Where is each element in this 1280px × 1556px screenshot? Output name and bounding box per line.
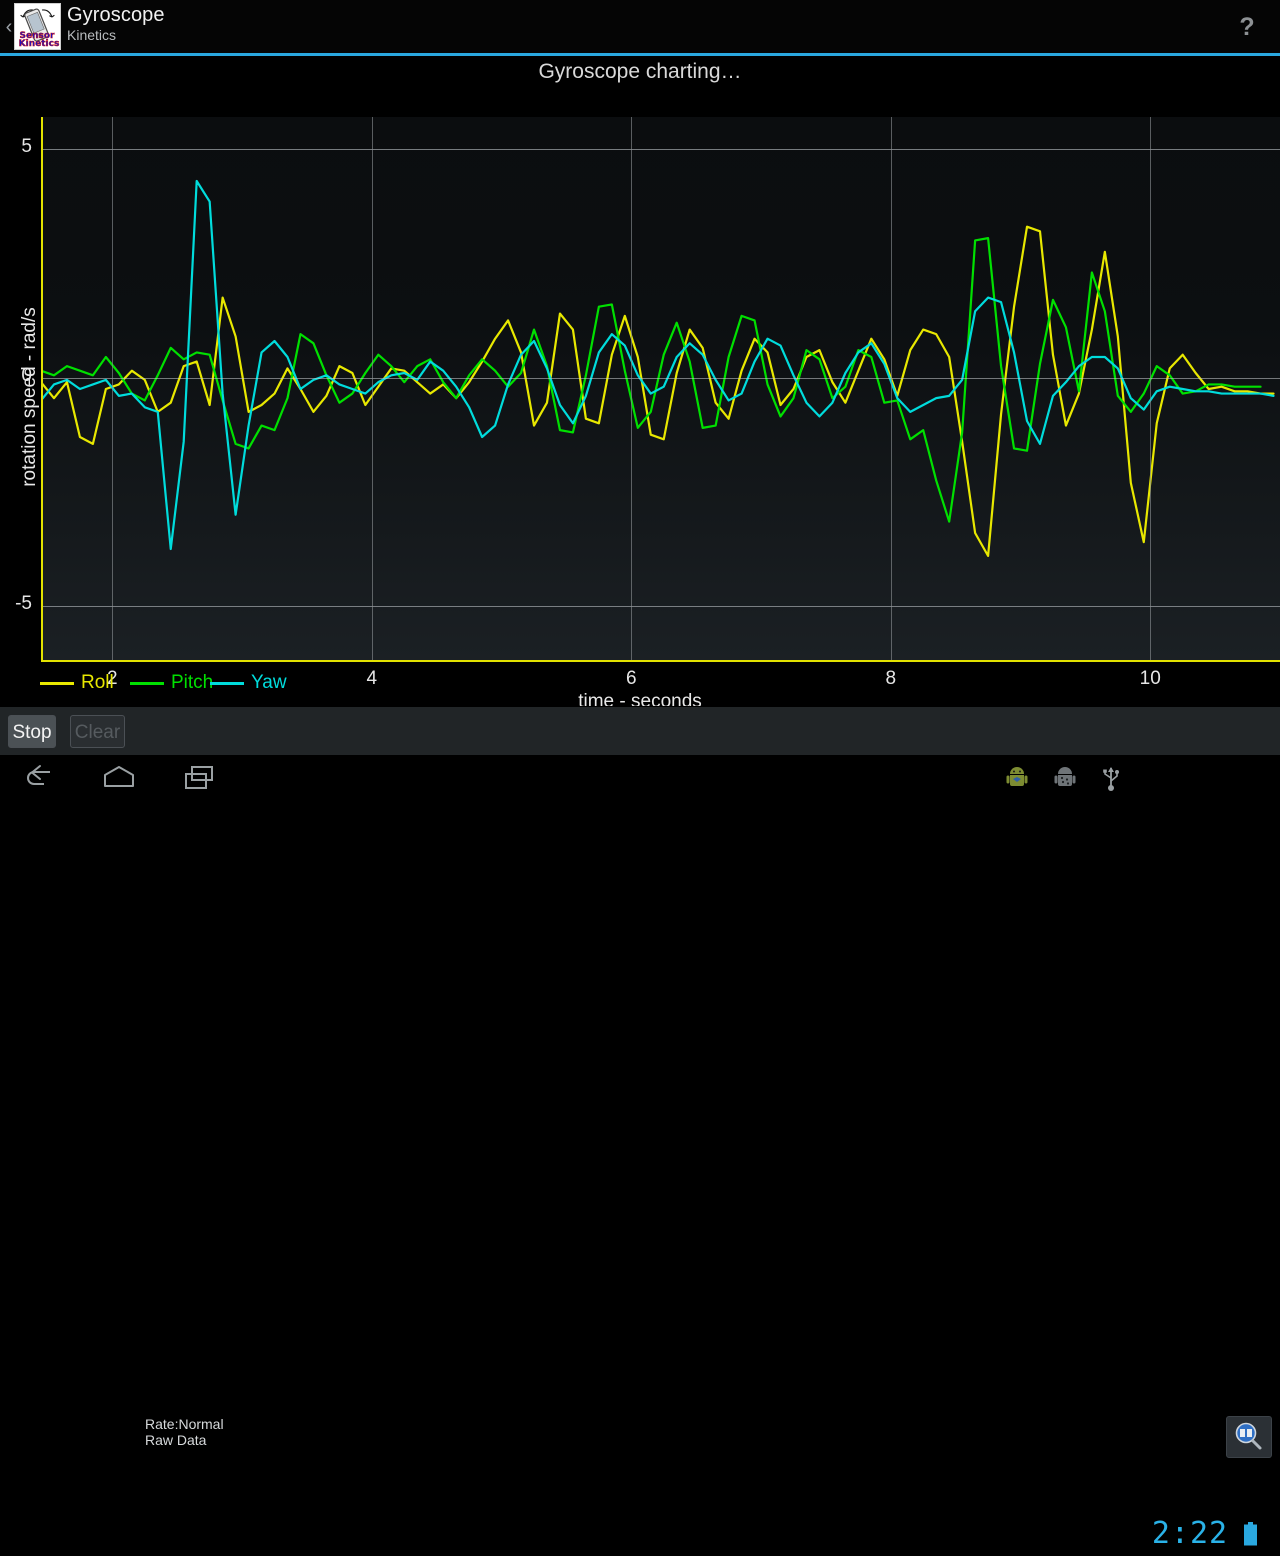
legend-item-roll[interactable]: Roll: [40, 672, 114, 694]
rate-status-text: Rate:Normal: [145, 1416, 224, 1432]
series-line-pitch: [41, 238, 1261, 521]
sensor-kinetics-logo-icon[interactable]: Sensor Kinetics: [14, 3, 61, 50]
help-icon[interactable]: ?: [1232, 12, 1262, 42]
legend-item-pitch[interactable]: Pitch: [130, 672, 213, 694]
status-clock: 2:22: [1148, 1512, 1232, 1556]
legend-label-roll: Roll: [81, 672, 114, 694]
legend-label-yaw: Yaw: [251, 672, 287, 694]
gridline-x-8: [891, 117, 892, 661]
gridline-x-2: [112, 117, 113, 661]
app-title: Gyroscope: [67, 4, 165, 27]
legend-item-yaw[interactable]: Yaw: [210, 672, 287, 694]
control-bar: Stop Clear Rate:Normal Raw Data: [0, 706, 1280, 755]
legend-swatch-roll: [40, 682, 74, 685]
chart-panel: Gyroscope charting… 50-5 246810 rotation…: [0, 56, 1280, 668]
battery-icon: [1243, 1522, 1258, 1546]
data-mode-text: Raw Data: [145, 1432, 206, 1448]
app-subtitle: Kinetics: [67, 27, 116, 43]
gridline-y-0: [41, 378, 1280, 379]
home-icon[interactable]: [96, 764, 142, 792]
gridline-x-4: [372, 117, 373, 661]
chart-title: Gyroscope charting…: [0, 60, 1280, 84]
usb-icon: [1100, 764, 1122, 797]
clear-button[interactable]: Clear: [70, 715, 125, 748]
android-robot-icon: [1004, 766, 1030, 797]
chart-legend: Roll Pitch Yaw: [0, 672, 1280, 700]
gridline-y-5: [41, 149, 1280, 150]
stop-button[interactable]: Stop: [8, 715, 56, 748]
magnifier-icon: [1227, 1417, 1269, 1455]
legend-label-pitch: Pitch: [171, 672, 213, 694]
y-axis-label: rotation speed - rad/s: [19, 137, 41, 657]
legend-swatch-yaw: [210, 682, 244, 685]
series-lines: [41, 117, 1280, 661]
x-axis-line: [41, 660, 1280, 662]
android-nav-bar: 2:22: [0, 756, 1280, 800]
svg-text:Kinetics: Kinetics: [19, 39, 60, 49]
plot-area[interactable]: [41, 117, 1280, 661]
action-bar: ‹ Sensor Kinetics Gyroscope Kinetics: [0, 0, 1280, 53]
series-line-yaw: [41, 181, 1274, 549]
legend-swatch-pitch: [130, 682, 164, 685]
gridline-x-10: [1150, 117, 1151, 661]
app-screen: ‹ Sensor Kinetics Gyroscope Kinetics: [0, 0, 1280, 800]
android-debug-icon: [1052, 766, 1078, 797]
zoom-button[interactable]: [1226, 1416, 1272, 1458]
gridline-y--5: [41, 606, 1280, 607]
gridline-x-6: [631, 117, 632, 661]
back-icon[interactable]: [16, 764, 62, 792]
recent-apps-icon[interactable]: [178, 764, 224, 792]
y-axis-line: [41, 117, 43, 662]
